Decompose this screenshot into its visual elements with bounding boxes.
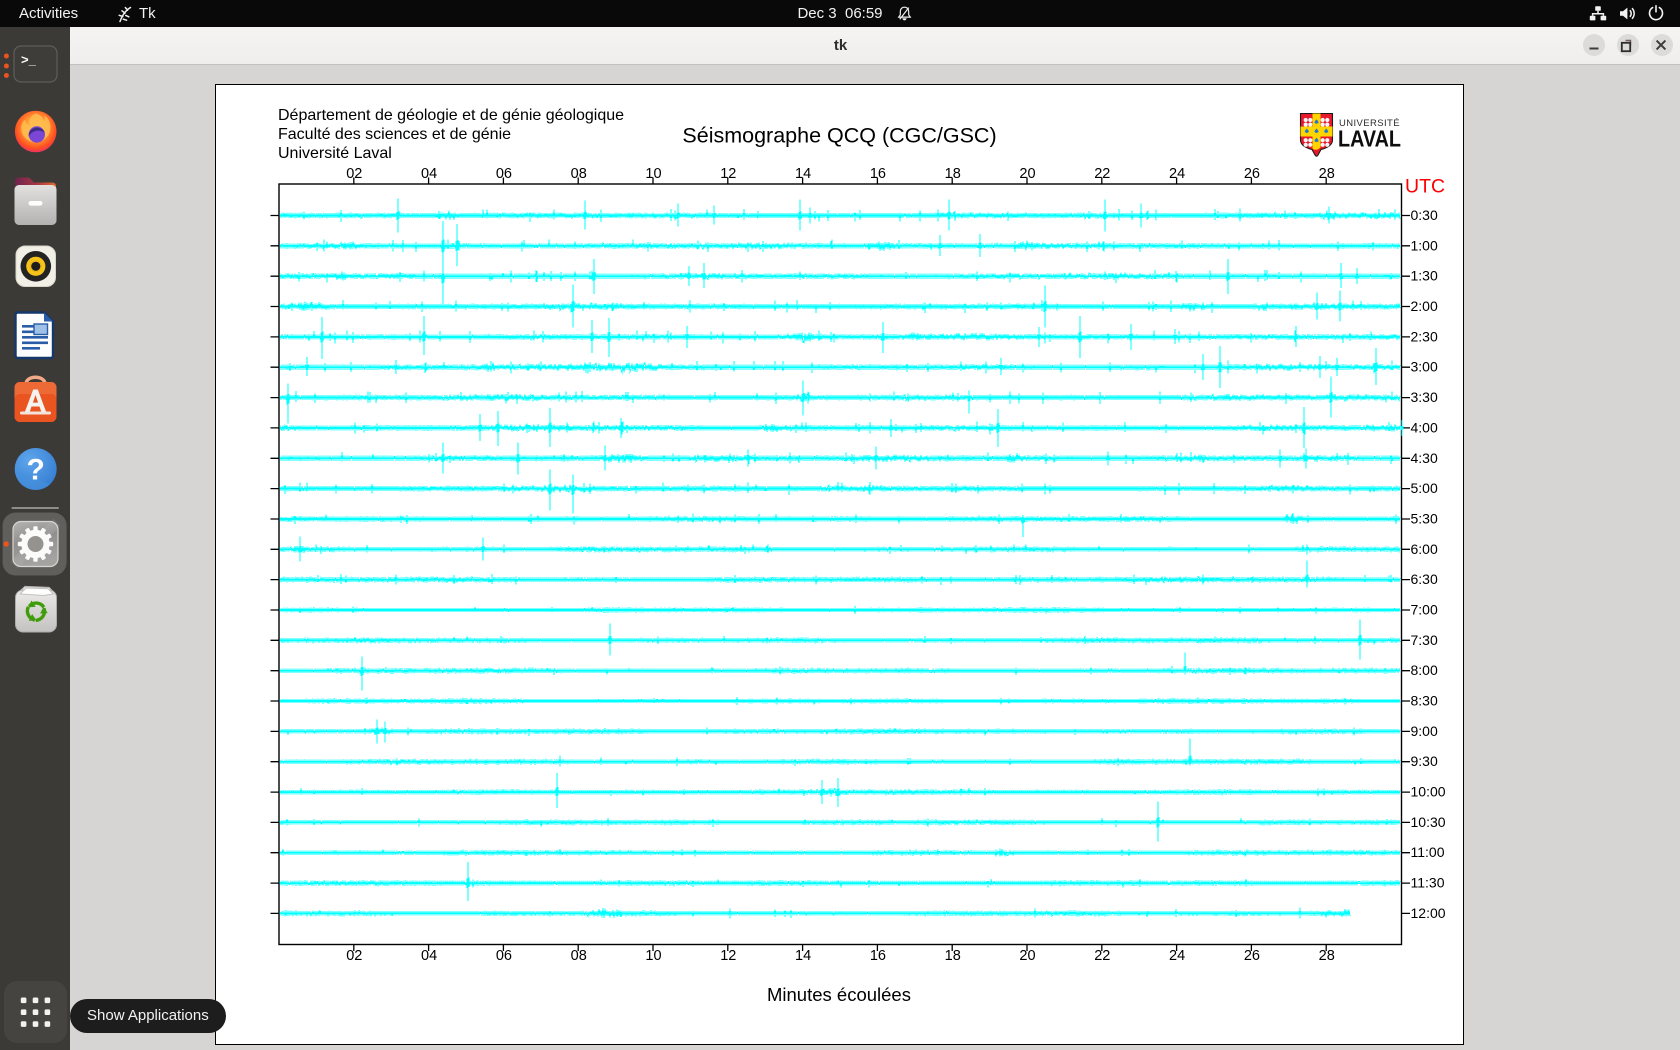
svg-text:12: 12 [720,948,736,964]
svg-text:9:30: 9:30 [1411,753,1438,769]
svg-text:1:30: 1:30 [1411,268,1438,284]
svg-text:11:00: 11:00 [1411,844,1445,860]
svg-text:1:00: 1:00 [1411,237,1438,253]
svg-text:22: 22 [1094,166,1110,182]
svg-text:22: 22 [1094,948,1110,964]
svg-text:Faculté des sciences et de gén: Faculté des sciences et de génie [278,126,511,143]
svg-text:0:30: 0:30 [1411,207,1438,223]
svg-text:18: 18 [945,166,961,182]
svg-text:7:30: 7:30 [1411,632,1438,648]
svg-text:04: 04 [421,948,437,964]
svg-text:08: 08 [571,948,587,964]
svg-text:26: 26 [1244,166,1260,182]
svg-text:18: 18 [945,948,961,964]
svg-text:28: 28 [1319,948,1335,964]
svg-text:10: 10 [645,166,661,182]
svg-text:>_: >_ [21,52,37,67]
svg-text:Université Laval: Université Laval [278,145,392,162]
svg-text:04: 04 [421,166,437,182]
svg-text:2:00: 2:00 [1411,298,1438,314]
svg-text:10:00: 10:00 [1411,784,1446,800]
svg-text:LAVAL: LAVAL [1338,126,1401,152]
svg-text:20: 20 [1019,948,1035,964]
svg-text:24: 24 [1169,948,1185,964]
svg-text:16: 16 [870,948,886,964]
svg-text:10:30: 10:30 [1411,814,1446,830]
svg-text:06: 06 [496,166,512,182]
svg-text:20: 20 [1019,166,1035,182]
svg-text:16: 16 [870,166,886,182]
svg-text:14: 14 [795,948,811,964]
svg-text:5:30: 5:30 [1411,511,1438,527]
svg-text:28: 28 [1319,166,1335,182]
svg-text:24: 24 [1169,166,1185,182]
svg-text:Minutes écoulées: Minutes écoulées [767,984,911,1005]
svg-text:06: 06 [496,948,512,964]
svg-text:2:30: 2:30 [1411,328,1438,344]
svg-text:10: 10 [645,948,661,964]
svg-text:12:00: 12:00 [1411,905,1446,921]
svg-text:6:30: 6:30 [1411,571,1438,587]
svg-text:4:30: 4:30 [1411,450,1438,466]
svg-text:?: ? [27,454,45,487]
svg-text:UTC: UTC [1405,176,1445,198]
svg-text:11:30: 11:30 [1411,875,1445,891]
svg-text:5:00: 5:00 [1411,480,1438,496]
svg-text:8:00: 8:00 [1411,662,1438,678]
svg-text:02: 02 [346,166,362,182]
svg-text:8:30: 8:30 [1411,693,1438,709]
svg-text:02: 02 [346,948,362,964]
svg-text:14: 14 [795,166,811,182]
svg-text:4:00: 4:00 [1411,419,1438,435]
svg-text:6:00: 6:00 [1411,541,1438,557]
svg-text:12: 12 [720,166,736,182]
svg-text:3:30: 3:30 [1411,389,1438,405]
svg-text:7:00: 7:00 [1411,602,1438,618]
svg-text:Département de géologie et de: Département de géologie et de génie géol… [278,107,624,124]
svg-text:Séismographe QCQ (CGC/GSC): Séismographe QCQ (CGC/GSC) [682,124,996,148]
svg-text:9:00: 9:00 [1411,723,1438,739]
svg-text:26: 26 [1244,948,1260,964]
svg-text:3:00: 3:00 [1411,359,1438,375]
svg-text:08: 08 [571,166,587,182]
